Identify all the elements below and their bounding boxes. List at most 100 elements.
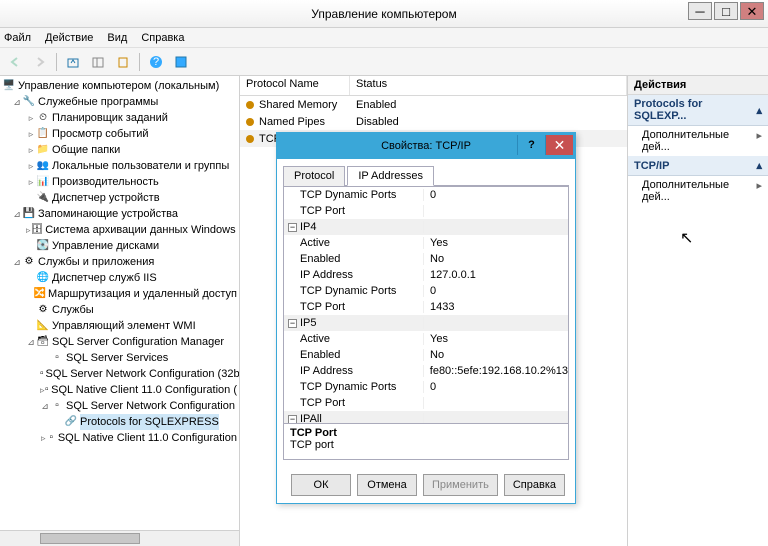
show-hide-tree-button[interactable] [87, 51, 109, 73]
tree-horizontal-scrollbar[interactable] [0, 530, 239, 546]
up-button[interactable] [62, 51, 84, 73]
list-row[interactable]: Shared Memory Enabled [240, 96, 627, 113]
prop-value[interactable]: No [424, 349, 568, 361]
prop-value[interactable]: Yes [424, 333, 568, 345]
tree-windows-backup[interactable]: Система архивации данных Windows Ser [45, 222, 240, 238]
back-button[interactable] [4, 51, 26, 73]
tree-sql-native[interactable]: SQL Native Client 11.0 Configuration [58, 430, 237, 446]
tree-event-viewer[interactable]: Просмотр событий [52, 126, 149, 142]
prop-key: IP Address [284, 269, 424, 281]
list-row[interactable]: Named Pipes Disabled [240, 113, 627, 130]
forward-button[interactable] [29, 51, 51, 73]
protocols-icon: 🔗 [64, 415, 78, 429]
refresh-button[interactable] [170, 51, 192, 73]
tree-system-tools[interactable]: Служебные программы [38, 94, 158, 110]
group-ip4[interactable]: −IP4 [284, 221, 424, 233]
devicemgr-icon: 🔌 [36, 191, 50, 205]
actions-section-protocols[interactable]: Protocols for SQLEXP...▴ [628, 95, 768, 126]
desc-body: TCP port [290, 439, 562, 451]
protocol-icon [244, 99, 256, 111]
tree-routing[interactable]: Маршрутизация и удаленный доступ [48, 286, 237, 302]
column-status[interactable]: Status [350, 76, 627, 95]
actions-more-protocols[interactable]: Дополнительные дей...▸ [628, 126, 768, 156]
prop-key: IP Address [284, 365, 424, 377]
prop-value[interactable]: 1433 [424, 301, 568, 313]
tree-sql-network-32[interactable]: SQL Server Network Configuration (32b [46, 366, 240, 382]
prop-value[interactable]: 0 [424, 381, 568, 393]
tree-protocols-sqlexpress[interactable]: Protocols for SQLEXPRESS [80, 414, 219, 430]
tree-disk-management[interactable]: Управление дисками [52, 238, 159, 254]
tab-ip-addresses[interactable]: IP Addresses [347, 166, 434, 186]
storage-icon: 💾 [22, 207, 36, 221]
dialog-titlebar[interactable]: Свойства: TCP/IP ? ✕ [277, 133, 575, 159]
tree-services-apps[interactable]: Службы и приложения [38, 254, 154, 270]
prop-value[interactable]: No [424, 253, 568, 265]
sqlnetwork-icon: ▫ [50, 399, 64, 413]
prop-value[interactable]: Yes [424, 237, 568, 249]
minimize-button[interactable]: ─ [688, 2, 712, 20]
tree-sql-services[interactable]: SQL Server Services [66, 350, 168, 366]
collapse-icon[interactable]: − [288, 223, 297, 232]
collapse-icon[interactable]: − [288, 319, 297, 328]
collapse-icon[interactable]: − [288, 415, 297, 424]
cell-status: Disabled [350, 116, 627, 128]
help-button[interactable]: ? [145, 51, 167, 73]
property-grid[interactable]: TCP Dynamic Ports0 TCP Port −IP4 ActiveY… [283, 186, 569, 424]
dialog-help-button[interactable]: ? [517, 135, 545, 155]
tree-root[interactable]: Управление компьютером (локальным) [18, 78, 219, 94]
list-header: Protocol Name Status [240, 76, 627, 96]
ok-button[interactable]: ОК [291, 474, 351, 496]
diskmgmt-icon: 💽 [36, 239, 50, 253]
menu-view[interactable]: Вид [107, 32, 127, 44]
sqlnative32-icon: ▫ [45, 383, 50, 397]
backup-icon: 🗄 [31, 223, 44, 237]
actions-section-tcpip[interactable]: TCP/IP▴ [628, 156, 768, 176]
tree-storage[interactable]: Запоминающие устройства [38, 206, 178, 222]
prop-value[interactable]: fe80::5efe:192.168.10.2%13 [424, 365, 568, 377]
group-ip5[interactable]: −IP5 [284, 317, 424, 329]
cell-protocol-name: Shared Memory [259, 99, 337, 111]
group-ipall[interactable]: −IPAll [284, 413, 424, 424]
dialog-title: Свойства: TCP/IP [381, 140, 471, 152]
tree-wmi[interactable]: Управляющий элемент WMI [52, 318, 196, 334]
scheduler-icon: ⏲ [36, 111, 50, 125]
tree-services[interactable]: Службы [52, 302, 94, 318]
actions-more-tcpip[interactable]: Дополнительные дей...▸ [628, 176, 768, 206]
tree-performance[interactable]: Производительность [52, 174, 159, 190]
chevron-right-icon: ▸ [756, 179, 762, 203]
navigation-tree[interactable]: 🖥️Управление компьютером (локальным) ⊿🔧С… [2, 78, 237, 446]
menubar: Файл Действие Вид Справка [0, 28, 768, 48]
tree-sql-config-mgr[interactable]: SQL Server Configuration Manager [52, 334, 224, 350]
svg-text:?: ? [153, 56, 159, 68]
window-title: Управление компьютером [311, 7, 456, 21]
apply-button[interactable]: Применить [423, 474, 498, 496]
tree-task-scheduler[interactable]: Планировщик заданий [52, 110, 168, 126]
dialog-help-footer-button[interactable]: Справка [504, 474, 565, 496]
tab-protocol[interactable]: Protocol [283, 166, 345, 186]
collapse-icon: ▴ [756, 159, 762, 172]
cancel-button[interactable]: Отмена [357, 474, 417, 496]
export-button[interactable] [112, 51, 134, 73]
services-apps-icon: ⚙ [22, 255, 36, 269]
prop-value[interactable]: 127.0.0.1 [424, 269, 568, 281]
prop-key: TCP Dynamic Ports [284, 381, 424, 393]
tree-local-users[interactable]: Локальные пользователи и группы [52, 158, 229, 174]
menu-action[interactable]: Действие [45, 32, 93, 44]
tree-device-manager[interactable]: Диспетчер устройств [52, 190, 160, 206]
column-protocol-name[interactable]: Protocol Name [240, 76, 350, 95]
maximize-button[interactable]: □ [714, 2, 738, 20]
tree-shared-folders[interactable]: Общие папки [52, 142, 120, 158]
tree-sql-native-32[interactable]: SQL Native Client 11.0 Configuration ( [51, 382, 237, 398]
iis-icon: 🌐 [36, 271, 50, 285]
menu-file[interactable]: Файл [4, 32, 31, 44]
dialog-close-button[interactable]: ✕ [545, 135, 573, 155]
tree-iis-manager[interactable]: Диспетчер служб IIS [52, 270, 157, 286]
tree-sql-network[interactable]: SQL Server Network Configuration [66, 398, 235, 414]
prop-key: Active [284, 237, 424, 249]
prop-value[interactable]: 0 [424, 285, 568, 297]
prop-value[interactable]: 0 [424, 189, 568, 201]
close-button[interactable]: ✕ [740, 2, 764, 20]
prop-key: TCP Dynamic Ports [284, 189, 424, 201]
menu-help[interactable]: Справка [141, 32, 184, 44]
prop-key: TCP Dynamic Ports [284, 285, 424, 297]
